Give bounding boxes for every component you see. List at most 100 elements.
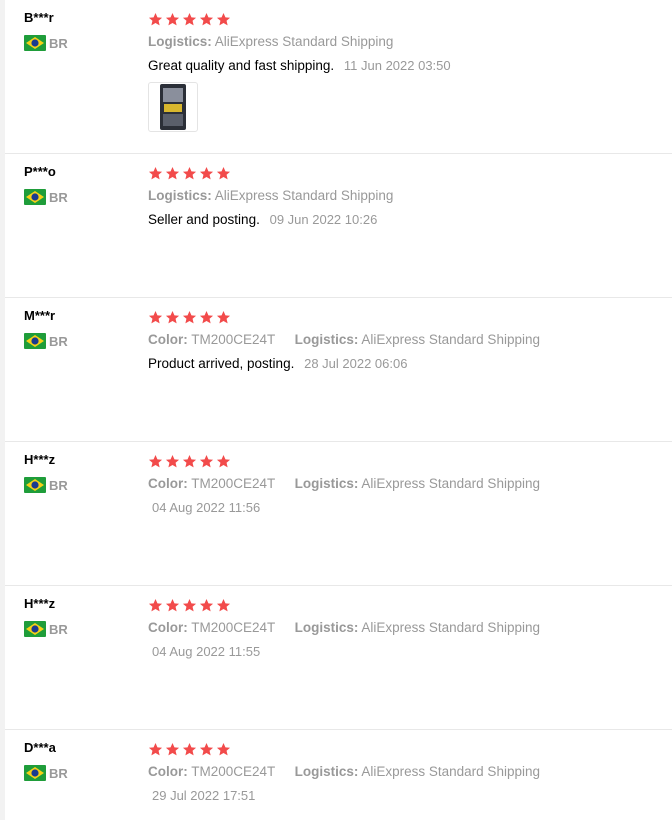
star-icon	[148, 454, 163, 467]
reviewer-country: BR	[24, 765, 134, 781]
star-icon	[216, 166, 231, 179]
country-code: BR	[49, 621, 68, 637]
star-icon	[182, 742, 197, 755]
logistics-label: Logistics:	[148, 188, 212, 203]
reviewer-name: D***a	[24, 740, 56, 755]
star-icon	[148, 598, 163, 611]
star-icon	[182, 166, 197, 179]
color-label: Color:	[148, 332, 188, 347]
logistics-value: AliExpress Standard Shipping	[214, 188, 394, 203]
color-label: Color:	[148, 764, 188, 779]
reviewer-info: B***r BR	[24, 10, 134, 51]
review-item: H***z BR Color: TM200CE24T Logistics: Al…	[5, 442, 672, 586]
star-icon	[182, 598, 197, 611]
logistics-label: Logistics:	[294, 332, 359, 347]
review-photo-thumbnail[interactable]	[148, 82, 198, 132]
review-item: D***a BR Color: TM200CE24T Logistics: Al…	[5, 730, 672, 825]
review-date: 28 Jul 2022 06:06	[304, 356, 408, 371]
feedback-text: Seller and posting.	[148, 212, 260, 227]
color-label: Color:	[148, 476, 188, 491]
review-date: 11 Jun 2022 03:50	[343, 58, 451, 73]
star-icon	[165, 598, 180, 611]
star-icon	[165, 166, 180, 179]
order-info: Logistics: AliExpress Standard Shipping	[148, 33, 672, 51]
reviewer-country: BR	[24, 333, 134, 349]
brazil-flag-icon	[24, 477, 46, 493]
star-icon	[165, 310, 180, 323]
reviewer-name: B***r	[24, 10, 54, 25]
review-photo	[160, 84, 186, 130]
color-value: TM200CE24T	[191, 764, 276, 779]
star-icon	[199, 166, 214, 179]
feedback: Seller and posting. 09 Jun 2022 10:26	[148, 211, 672, 229]
brazil-flag-icon	[24, 621, 46, 637]
review-content: Color: TM200CE24T Logistics: AliExpress …	[148, 308, 672, 373]
star-icon	[216, 454, 231, 467]
review-content: Logistics: AliExpress Standard Shipping …	[148, 10, 672, 132]
star-icon	[199, 598, 214, 611]
logistics-label: Logistics:	[294, 476, 359, 491]
star-icon	[148, 166, 163, 179]
star-icon	[148, 310, 163, 323]
review-content: Logistics: AliExpress Standard Shipping …	[148, 164, 672, 229]
star-rating	[148, 596, 672, 614]
feedback: Product arrived, posting. 28 Jul 2022 06…	[148, 355, 672, 373]
star-rating	[148, 308, 672, 326]
reviewer-info: D***a BR	[24, 740, 134, 781]
review-date: 04 Aug 2022 11:56	[152, 500, 261, 515]
color-value: TM200CE24T	[191, 620, 276, 635]
review-item: M***r BR Color: TM200CE24T Logistics: Al…	[5, 298, 672, 442]
star-rating	[148, 164, 672, 182]
reviewer-country: BR	[24, 477, 134, 493]
star-icon	[199, 742, 214, 755]
star-icon	[182, 12, 197, 25]
star-icon	[148, 12, 163, 25]
logistics-label: Logistics:	[294, 620, 359, 635]
reviewer-country: BR	[24, 35, 134, 51]
review-list: B***r BR Logistics: AliExpress Standard …	[5, 0, 672, 825]
color-label: Color:	[148, 620, 188, 635]
order-info: Logistics: AliExpress Standard Shipping	[148, 187, 672, 205]
logistics-value: AliExpress Standard Shipping	[361, 332, 540, 347]
order-info: Color: TM200CE24T Logistics: AliExpress …	[148, 619, 672, 637]
logistics-value: AliExpress Standard Shipping	[361, 764, 540, 779]
feedback: 04 Aug 2022 11:55	[148, 643, 672, 661]
star-icon	[199, 454, 214, 467]
logistics-label: Logistics:	[294, 764, 359, 779]
order-info: Color: TM200CE24T Logistics: AliExpress …	[148, 331, 672, 349]
feedback: Great quality and fast shipping. 11 Jun …	[148, 57, 672, 75]
country-code: BR	[49, 189, 68, 205]
feedback-text: Product arrived, posting.	[148, 356, 295, 371]
star-icon	[199, 310, 214, 323]
order-info: Color: TM200CE24T Logistics: AliExpress …	[148, 763, 672, 781]
star-icon	[216, 598, 231, 611]
star-icon	[148, 742, 163, 755]
review-date: 04 Aug 2022 11:55	[152, 644, 261, 659]
country-code: BR	[49, 333, 68, 349]
reviewer-name: P***o	[24, 164, 56, 179]
review-content: Color: TM200CE24T Logistics: AliExpress …	[148, 740, 672, 805]
review-date: 09 Jun 2022 10:26	[269, 212, 378, 227]
reviewer-info: H***z BR	[24, 452, 134, 493]
color-value: TM200CE24T	[191, 476, 276, 491]
feedback: 04 Aug 2022 11:56	[148, 499, 672, 517]
country-code: BR	[49, 765, 68, 781]
reviewer-info: P***o BR	[24, 164, 134, 205]
star-icon	[199, 12, 214, 25]
star-icon	[165, 742, 180, 755]
order-info: Color: TM200CE24T Logistics: AliExpress …	[148, 475, 672, 493]
reviewer-name: H***z	[24, 596, 56, 611]
logistics-value: AliExpress Standard Shipping	[361, 476, 540, 491]
logistics-label: Logistics:	[148, 34, 212, 49]
logistics-value: AliExpress Standard Shipping	[214, 34, 394, 49]
review-content: Color: TM200CE24T Logistics: AliExpress …	[148, 452, 672, 517]
star-icon	[216, 12, 231, 25]
brazil-flag-icon	[24, 765, 46, 781]
review-item: P***o BR Logistics: AliExpress Standard …	[5, 154, 672, 298]
reviewer-country: BR	[24, 189, 134, 205]
reviewer-info: M***r BR	[24, 308, 134, 349]
review-date: 29 Jul 2022 17:51	[152, 788, 256, 803]
star-icon	[182, 310, 197, 323]
star-icon	[165, 454, 180, 467]
review-item: H***z BR Color: TM200CE24T Logistics: Al…	[5, 586, 672, 730]
